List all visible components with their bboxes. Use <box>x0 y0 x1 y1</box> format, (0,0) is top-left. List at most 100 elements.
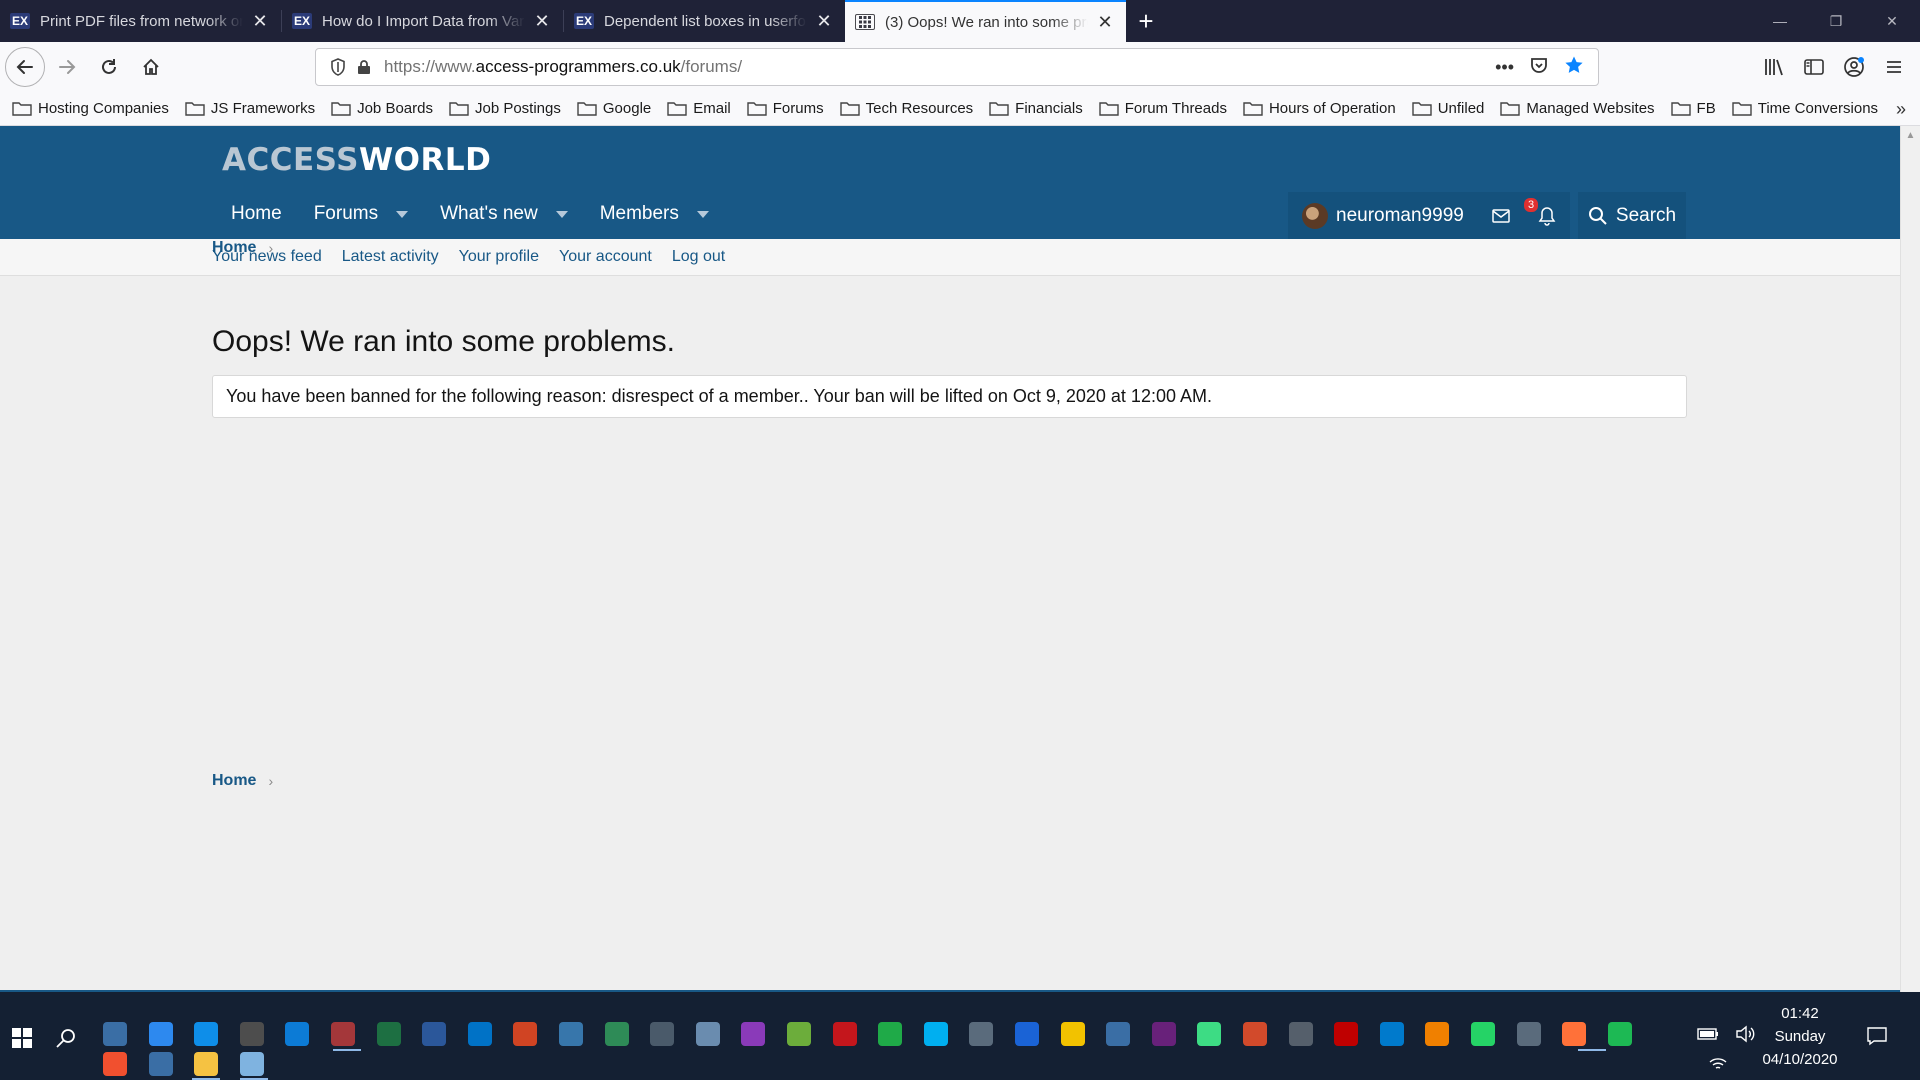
access-icon[interactable] <box>331 1022 355 1046</box>
desktop-app-icon[interactable] <box>148 1022 173 1046</box>
log-out-link[interactable]: Log out <box>672 248 725 266</box>
bookmark-star-icon[interactable] <box>1564 55 1584 80</box>
back-button[interactable] <box>5 47 45 87</box>
wifi-icon[interactable] <box>1706 1052 1730 1076</box>
page-actions-icon[interactable]: ••• <box>1495 57 1514 78</box>
app-green-icon[interactable] <box>878 1022 903 1046</box>
restore-icon[interactable]: ❐ <box>1808 0 1864 42</box>
bookmark-folder[interactable]: Time Conversions <box>1732 100 1878 117</box>
search-icon[interactable] <box>54 1026 78 1050</box>
norton-icon[interactable] <box>1060 1022 1085 1046</box>
nav-members[interactable]: Members <box>584 189 725 239</box>
bookmark-folder[interactable]: Hosting Companies <box>12 100 169 117</box>
python-icon[interactable] <box>559 1022 583 1046</box>
firefox-icon[interactable] <box>1562 1022 1587 1046</box>
lock-icon[interactable] <box>352 59 376 75</box>
vlc-icon[interactable] <box>1425 1022 1450 1046</box>
bookmark-folder[interactable]: Financials <box>989 100 1083 117</box>
outlook-icon[interactable] <box>467 1022 492 1046</box>
notepadpp-icon[interactable] <box>787 1022 811 1046</box>
browser-tab[interactable]: EX How do I Import Data from Vari... ✕ <box>282 0 563 42</box>
bookmark-folder[interactable]: JS Frameworks <box>185 100 315 117</box>
system-clock[interactable]: 01:42 Sunday 04/10/2020 <box>1754 1002 1846 1071</box>
camera-icon[interactable] <box>969 1022 994 1046</box>
battery-icon[interactable] <box>1696 1022 1720 1046</box>
close-tab-icon[interactable]: ✕ <box>1094 12 1116 33</box>
excel-icon[interactable] <box>376 1022 401 1046</box>
user-account-link[interactable]: neuroman9999 <box>1288 192 1478 239</box>
bookmark-folder[interactable]: Forum Threads <box>1099 100 1227 117</box>
url-text[interactable]: https://www.access-programmers.co.uk/for… <box>384 57 1495 77</box>
filezilla-icon[interactable] <box>1334 1022 1359 1046</box>
your-account-link[interactable]: Your account <box>559 248 652 266</box>
notepad-icon[interactable] <box>650 1022 675 1046</box>
new-tab-button[interactable]: + <box>1126 0 1166 42</box>
account-icon[interactable] <box>1834 56 1874 78</box>
visualstudio-icon[interactable] <box>1151 1022 1176 1046</box>
teamviewer-icon[interactable] <box>194 1022 219 1046</box>
android-icon[interactable] <box>1197 1022 1222 1046</box>
bookmark-folder[interactable]: Hours of Operation <box>1243 100 1396 117</box>
bookmark-folder[interactable]: Email <box>667 100 731 117</box>
bookmark-folder[interactable]: Forums <box>747 100 824 117</box>
bookmark-folder[interactable]: Unfiled <box>1412 100 1484 117</box>
podcast-icon[interactable] <box>741 1022 766 1046</box>
notification-center-icon[interactable] <box>1866 1026 1888 1051</box>
bookmark-folder[interactable]: Managed Websites <box>1500 100 1655 117</box>
bookmark-folder[interactable]: Job Postings <box>449 100 561 117</box>
calculator-icon[interactable] <box>239 1022 264 1046</box>
tracking-shield-icon[interactable] <box>324 58 352 76</box>
edge-icon[interactable] <box>285 1022 310 1046</box>
home-button[interactable] <box>131 47 171 87</box>
pocket-icon[interactable] <box>1530 56 1548 79</box>
site-logo[interactable]: ACCESSWORLD <box>222 142 491 178</box>
bookmark-folder[interactable]: Job Boards <box>331 100 433 117</box>
minimize-icon[interactable]: — <box>1752 0 1808 42</box>
network-icon[interactable] <box>1516 1022 1541 1046</box>
app-red-icon[interactable] <box>1243 1022 1267 1046</box>
browser-globe-icon[interactable] <box>1106 1022 1131 1046</box>
close-tab-icon[interactable]: ✕ <box>813 11 835 32</box>
cash-icon[interactable] <box>604 1022 629 1046</box>
page-scrollbar[interactable]: ▲ <box>1900 126 1920 992</box>
dropdown-caret-icon[interactable] <box>555 210 568 218</box>
breadcrumb-home-link[interactable]: Home <box>212 772 256 790</box>
nav-forums[interactable]: Forums <box>298 189 424 239</box>
search-button[interactable]: Search <box>1578 192 1686 239</box>
breadcrumb-home-link[interactable]: Home <box>212 239 256 257</box>
dropdown-caret-icon[interactable] <box>396 210 409 218</box>
your-profile-link[interactable]: Your profile <box>459 248 539 266</box>
acrobat-icon[interactable] <box>832 1022 857 1046</box>
spotify-icon[interactable] <box>1607 1022 1632 1046</box>
remote-desktop-icon[interactable] <box>239 1052 264 1076</box>
bookmark-folder[interactable]: Google <box>577 100 651 117</box>
hamburger-menu-icon[interactable] <box>1874 59 1914 75</box>
more-bookmarks-icon[interactable]: » <box>1896 99 1906 120</box>
word-icon[interactable] <box>422 1022 447 1046</box>
nav-whats-new[interactable]: What's new <box>424 189 584 239</box>
app-stripe-icon[interactable] <box>1288 1022 1313 1046</box>
bookmark-folder[interactable]: FB <box>1670 100 1716 117</box>
network-monitor-icon[interactable] <box>103 1022 127 1046</box>
browser-tab[interactable]: EX Print PDF files from network or ... ✕ <box>0 0 281 42</box>
malwarebytes-icon[interactable] <box>1015 1022 1039 1046</box>
library-icon[interactable] <box>1754 58 1794 76</box>
git-icon[interactable] <box>103 1052 127 1076</box>
whatsapp-icon[interactable] <box>1471 1022 1495 1046</box>
windows-start-icon[interactable] <box>10 1026 34 1050</box>
network-adapter-icon[interactable] <box>148 1052 173 1076</box>
paint-icon[interactable] <box>695 1022 720 1046</box>
scroll-up-icon[interactable]: ▲ <box>1901 130 1920 141</box>
sidebar-icon[interactable] <box>1794 58 1834 76</box>
vscode-icon[interactable] <box>1379 1022 1404 1046</box>
forward-button[interactable] <box>47 47 87 87</box>
browser-tab-active[interactable]: (3) Oops! We ran into some problems ✕ <box>845 0 1126 42</box>
bookmark-folder[interactable]: Tech Resources <box>839 100 973 117</box>
close-tab-icon[interactable]: ✕ <box>249 11 271 32</box>
file-explorer-icon[interactable] <box>194 1052 219 1076</box>
powerpoint-icon[interactable] <box>513 1022 538 1046</box>
browser-tab[interactable]: EX Dependent list boxes in userform ✕ <box>564 0 845 42</box>
close-window-icon[interactable]: ✕ <box>1864 0 1920 42</box>
address-bar[interactable]: https://www.access-programmers.co.uk/for… <box>315 48 1599 86</box>
latest-activity-link[interactable]: Latest activity <box>342 248 439 266</box>
